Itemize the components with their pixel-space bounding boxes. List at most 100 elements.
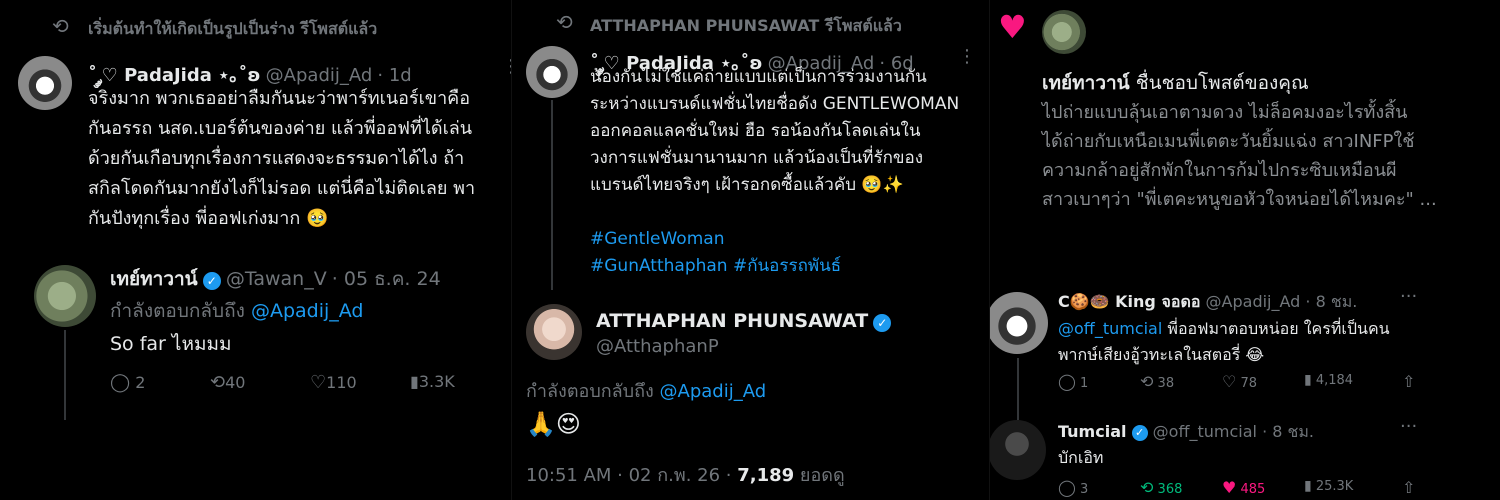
share-icon[interactable]: ⇧: [1402, 372, 1415, 391]
avatar[interactable]: [34, 265, 96, 327]
share-icon[interactable]: ⇧: [1402, 478, 1415, 497]
tweet-line: วงการแฟชั่นมานานมาก แล้วน้องเป็นที่รักขอ…: [590, 148, 923, 168]
views-button[interactable]: ▮ 25.3K: [1304, 478, 1402, 497]
thread-line: [1017, 358, 1019, 420]
tweet-text: จริงมาก พวกเธออย่าลืมกันนะว่าพาร์ทเนอร์เ…: [88, 84, 475, 234]
like-button[interactable]: ♡ 78: [1222, 372, 1304, 391]
panel-right: ♥ เทย์ทาวาน์ ชื่นชอบโพสต์ของคุณ ไปถ่ายแบ…: [990, 0, 1500, 500]
timestamp[interactable]: 10:51 AM · 02 ก.พ. 26 ·: [526, 465, 732, 486]
like-icon: ♡: [310, 372, 327, 393]
views-label: ยอดดู: [799, 465, 845, 486]
author-handle[interactable]: @Apadij_Ad: [266, 65, 373, 86]
views-icon: ▮: [410, 372, 419, 391]
tweet-line: น้องกันไม่ใช่แค่ถ่ายแบบแต่เป็นการร่วมงาน…: [590, 67, 927, 87]
views-count: 25.3K: [1315, 479, 1354, 494]
reply-button[interactable]: ◯ 1: [1058, 372, 1140, 391]
like-icon: ♡: [1222, 372, 1237, 391]
views-button[interactable]: ▮ 4,184: [1304, 372, 1402, 391]
repost-icon: ⟲: [1140, 372, 1154, 391]
avatar[interactable]: [1042, 10, 1086, 54]
author-name[interactable]: เทย์ทาวาน์: [110, 268, 198, 290]
tweet-header: C🍪🍩 King จอดอ @Apadij_Ad · 8 ชม.: [1058, 290, 1357, 315]
more-icon[interactable]: ···: [1400, 416, 1417, 437]
tweet-line: พี่ออฟมาตอบหน่อย ใครที่เป็นคน: [1162, 319, 1390, 338]
tweet-time[interactable]: · 8 ชม.: [1262, 422, 1314, 441]
author-name[interactable]: ATTHAPHAN PHUNSAWAT: [596, 310, 868, 332]
author-handle[interactable]: @off_tumcial: [1153, 422, 1257, 441]
reply-count: 3: [1080, 482, 1089, 497]
action-bar: ◯ 1 ⟲ 38 ♡ 78 ▮ 4,184 ⇧: [1058, 372, 1438, 391]
tweet-line: กันปังทุกเรื่อง พี่ออฟเก่งมาก 🥹: [88, 208, 329, 229]
avatar[interactable]: [526, 304, 582, 360]
replying-to: กำลังตอบกลับถึง @Apadij_Ad: [110, 296, 364, 326]
repost-button[interactable]: ⟲ 368: [1140, 478, 1222, 497]
tweet-text: บักเอิท: [1058, 448, 1104, 467]
avatar[interactable]: [990, 292, 1048, 354]
author-name[interactable]: ˚ ༘♡ PadaJida ⋆｡˚ʚ: [88, 65, 261, 86]
repost-icon: ⟲: [210, 372, 226, 393]
author-handle[interactable]: @Tawan_V: [226, 268, 327, 290]
more-icon[interactable]: ···: [1400, 286, 1417, 307]
preview-line: ไปถ่ายแบบลุ้นเอาตามดวง ไม่ล็อคมงอะไรทั้ง…: [1042, 102, 1408, 123]
reply-count: 1: [1080, 376, 1089, 391]
more-icon[interactable]: ⋮: [958, 46, 976, 67]
reply-button[interactable]: ◯ 3: [1058, 478, 1140, 497]
panel-middle: ⟲ ATTHAPHAN PHUNSAWAT รีโพสต์แล้ว ˚ ༘♡ P…: [512, 0, 990, 500]
reply-text: So far ไหมมม: [110, 333, 232, 355]
hashtag[interactable]: #GentleWoman: [590, 226, 959, 253]
avatar[interactable]: [990, 420, 1046, 480]
thread-line: [551, 100, 553, 290]
repost-header: ATTHAPHAN PHUNSAWAT รีโพสต์แล้ว: [590, 16, 902, 35]
repost-count: 368: [1157, 482, 1183, 497]
tweet-time[interactable]: · 8 ชม.: [1305, 292, 1357, 311]
reply-header: ATTHAPHAN PHUNSAWAT ✓: [596, 310, 892, 332]
tweet-text: น้องกันไม่ใช่แค่ถ่ายแบบแต่เป็นการร่วมงาน…: [590, 64, 959, 280]
author-name[interactable]: C🍪🍩 King จอดอ: [1058, 292, 1200, 311]
tweet-line: จริงมาก พวกเธออย่าลืมกันนะว่าพาร์ทเนอร์เ…: [88, 88, 471, 109]
tweet-time[interactable]: · 05 ธ.ค. 24: [332, 268, 441, 290]
tweet-line: สกิลโดดกันมากยังไงก็ไม่รอด แต่นี่คือไม่ต…: [88, 178, 476, 199]
tweet-timestamp: 10:51 AM · 02 ก.พ. 26 · 7,189 ยอดดู: [526, 460, 845, 489]
like-count: 78: [1240, 376, 1258, 391]
reply-button[interactable]: ◯ 2: [110, 372, 210, 393]
views-icon: ▮: [1304, 372, 1312, 388]
replying-mention[interactable]: @Apadij_Ad: [660, 381, 767, 402]
repost-count: 40: [225, 373, 246, 392]
preview-line: สาวเบาๆว่า "พี่เตคะหนูขอหัวใจหน่อยได้ไหม…: [1042, 189, 1437, 210]
repost-button[interactable]: ⟲ 38: [1140, 372, 1222, 391]
reply-text: 🙏😍: [526, 410, 581, 438]
author-handle[interactable]: @Apadij_Ad: [1206, 292, 1301, 311]
repost-icon: ⟲: [52, 14, 69, 38]
reply-icon: ◯: [110, 372, 131, 393]
tweet-line: ออกคอลแลคชั่นใหม่ ฮือ รอน้องกันโลดเล่นใน: [590, 121, 921, 141]
thread-line: [64, 330, 66, 420]
views-button[interactable]: ▮3.3K: [410, 372, 490, 393]
notification-header: เทย์ทาวาน์ ชื่นชอบโพสต์ของคุณ: [1042, 68, 1309, 98]
like-button[interactable]: ♥ 485: [1222, 478, 1304, 497]
like-count: 485: [1240, 482, 1266, 497]
reply-header: เทย์ทาวาน์ ✓ @Tawan_V · 05 ธ.ค. 24: [110, 264, 441, 294]
author-name[interactable]: Tumcial: [1058, 422, 1126, 441]
tweet-line: พากษ์เสียงอู้วทะเลในสตอรี่ 😂: [1058, 345, 1265, 364]
tweet-text: @off_tumcial พี่ออฟมาตอบหน่อย ใครที่เป็น…: [1058, 316, 1390, 368]
avatar[interactable]: [18, 56, 72, 110]
hashtag[interactable]: #GunAtthaphan #กันอรรถพันธ์: [590, 253, 959, 280]
reply-icon: ◯: [1058, 372, 1076, 391]
tweet-time[interactable]: · 1d: [377, 65, 411, 86]
like-button[interactable]: ♡110: [310, 372, 410, 393]
verified-icon: ✓: [1131, 424, 1148, 441]
replying-prefix: กำลังตอบกลับถึง: [526, 381, 654, 402]
heart-icon: ♥: [998, 8, 1027, 46]
replying-mention[interactable]: @Apadij_Ad: [251, 300, 364, 322]
panel-left: ⟲ เริ่มต้นทำให้เกิดเป็นรูปเป็นร่าง รีโพส…: [0, 0, 512, 500]
notification-action: ชื่นชอบโพสต์ของคุณ: [1135, 72, 1309, 94]
mention[interactable]: @off_tumcial: [1058, 319, 1162, 338]
reply-icon: ◯: [1058, 478, 1076, 497]
repost-count: 38: [1157, 376, 1175, 391]
tweet-line: ด้วยกันเกือบทุกเรื่องการแสดงจะธรรมดาได้ไ…: [88, 148, 465, 169]
verified-icon: ✓: [873, 313, 892, 332]
notifier-name[interactable]: เทย์ทาวาน์: [1042, 72, 1130, 94]
author-handle[interactable]: @AtthaphanP: [596, 336, 719, 357]
avatar[interactable]: [526, 46, 578, 98]
repost-button[interactable]: ⟲40: [210, 372, 310, 393]
